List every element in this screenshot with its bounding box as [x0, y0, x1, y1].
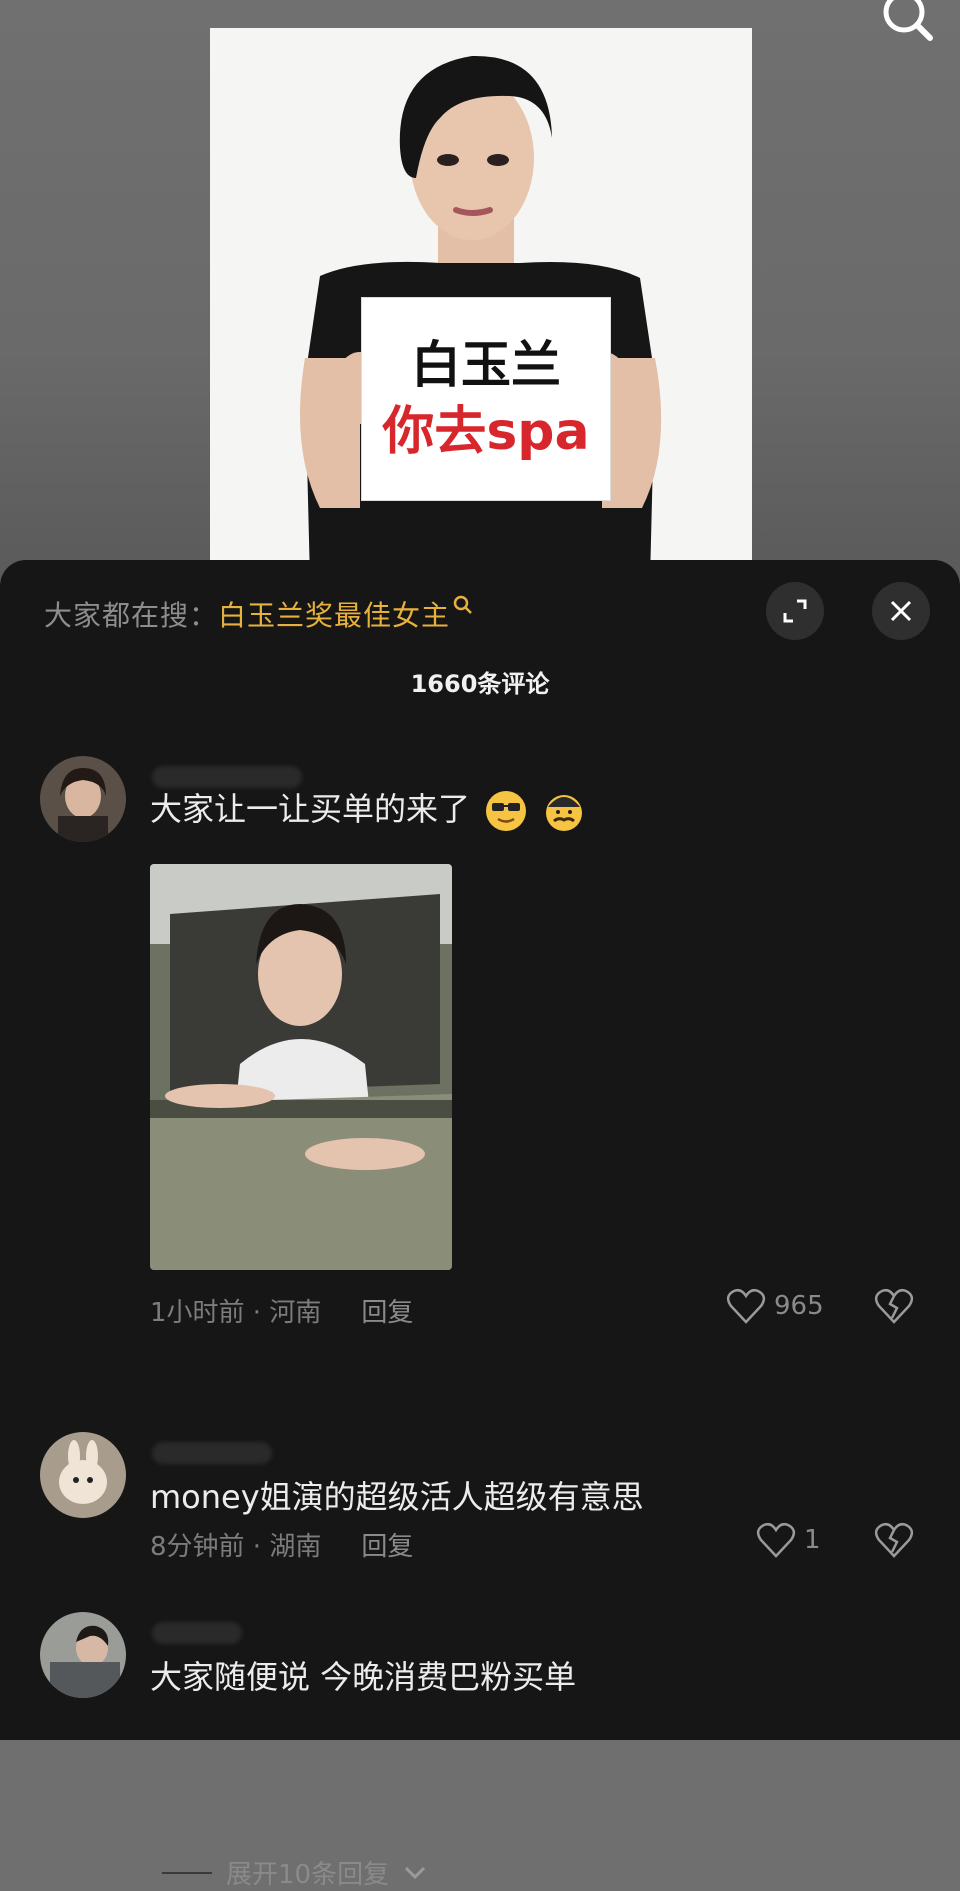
comment-meta: 8分钟前 · 湖南 回复: [150, 1526, 413, 1563]
comment-count: 1660条评论: [410, 670, 550, 698]
username-redacted: [152, 1622, 242, 1644]
mustache-face-emoji-icon: [546, 795, 583, 831]
chevron-down-icon: [405, 1866, 426, 1879]
search-icon: [883, 0, 933, 41]
search-icon: [453, 595, 472, 614]
close-button[interactable]: [872, 582, 930, 640]
comment-meta: 1小时前 · 河南 回复: [150, 1292, 413, 1329]
sign-line-1: 白玉兰: [411, 335, 561, 394]
expand-button[interactable]: [766, 582, 824, 640]
broken-heart-icon: [874, 1288, 914, 1324]
comment-item: 大家随便说 今晚消费巴粉买单: [0, 1612, 960, 1732]
comment-text: money姐演的超级活人超级有意思: [150, 1478, 644, 1516]
expand-replies-button[interactable]: 展开10条回复: [162, 1854, 427, 1891]
dislike-button[interactable]: [874, 1522, 914, 1562]
comment-item: money姐演的超级活人超级有意思 8分钟前 · 湖南 回复 1: [0, 1432, 960, 1592]
search-button[interactable]: [880, 0, 940, 44]
dislike-button[interactable]: [874, 1288, 914, 1328]
trending-search-link[interactable]: 白玉兰奖最佳女主: [218, 599, 450, 632]
heart-icon: [756, 1522, 796, 1558]
protest-sign: 白玉兰 你去spa: [362, 298, 610, 500]
avatar[interactable]: [40, 1432, 126, 1518]
username-redacted: [152, 1442, 272, 1464]
close-icon: [890, 600, 912, 622]
like-button[interactable]: 1: [756, 1522, 821, 1558]
comment-item: 大家让一让买单的来了 1小时前 · 河南 回复 965: [0, 756, 960, 1456]
sign-line-2: 你去spa: [382, 401, 590, 462]
like-count: 965: [774, 1291, 824, 1321]
comment-text: 大家让一让买单的来了: [150, 784, 586, 833]
avatar[interactable]: [40, 1612, 126, 1698]
divider-line: [162, 1871, 212, 1874]
comment-attached-image[interactable]: [150, 864, 452, 1270]
comment-text: 大家随便说 今晚消费巴粉买单: [150, 1658, 577, 1696]
reply-button[interactable]: 回复: [361, 1298, 413, 1328]
comment-time-location: 8分钟前 · 湖南: [150, 1532, 322, 1562]
trending-prefix: 大家都在搜：: [44, 599, 219, 632]
like-count: 1: [804, 1525, 821, 1555]
comment-time-location: 1小时前 · 河南: [150, 1298, 322, 1328]
heart-icon: [726, 1288, 766, 1324]
poster-image: 白玉兰 你去spa: [210, 28, 752, 580]
comments-panel: 大家都在搜：白玉兰奖最佳女主 1660条评论 大家让一让买单的来了 1小时前 ·…: [0, 560, 960, 1890]
expand-replies-label: 展开10条回复: [226, 1860, 390, 1890]
trending-search-bar[interactable]: 大家都在搜：白玉兰奖最佳女主: [44, 594, 474, 634]
broken-heart-icon: [874, 1522, 914, 1558]
expand-icon: [783, 599, 807, 623]
sunglasses-emoji-icon: [486, 791, 527, 831]
comment-text-content: 大家让一让买单的来了: [150, 790, 471, 828]
like-button[interactable]: 965: [726, 1288, 824, 1324]
reply-button[interactable]: 回复: [361, 1532, 413, 1562]
avatar[interactable]: [40, 756, 126, 842]
